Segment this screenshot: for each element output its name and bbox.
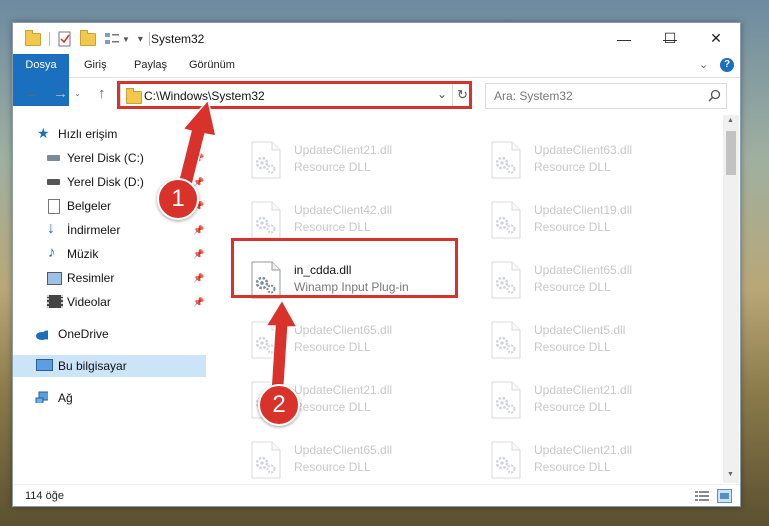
step-badge-1: 1 bbox=[157, 178, 199, 220]
arrow-1 bbox=[177, 98, 217, 187]
arrow-2 bbox=[264, 298, 299, 390]
annotation-arrows bbox=[177, 98, 299, 390]
step-badge-2: 2 bbox=[258, 384, 300, 426]
